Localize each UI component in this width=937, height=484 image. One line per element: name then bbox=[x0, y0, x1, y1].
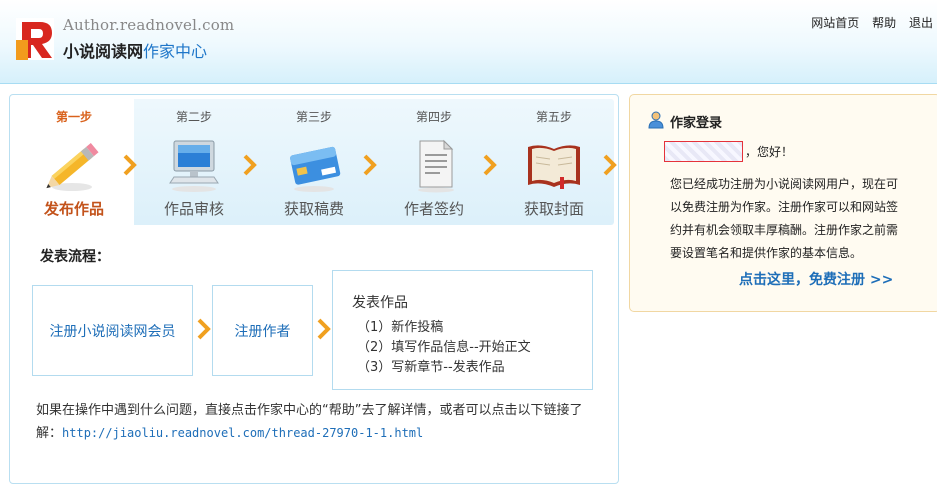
credit-card-icon bbox=[290, 146, 341, 192]
register-author-label: 注册作者 bbox=[234, 323, 291, 340]
nav-home-link[interactable]: 网站首页 bbox=[811, 16, 859, 30]
register-member-box[interactable]: 注册小说阅读网会员 bbox=[32, 285, 193, 376]
user-icon bbox=[648, 111, 664, 129]
publish-work-title: 发表作品 bbox=[352, 295, 408, 311]
chevron-right-icon bbox=[197, 318, 211, 340]
publish-step-item: （2）填写作品信息--开始正文 bbox=[357, 340, 531, 355]
step-label: 作者签约 bbox=[403, 200, 464, 218]
step-4[interactable]: 第四步 作者签约 bbox=[374, 99, 494, 225]
nav-help-link[interactable]: 帮助 bbox=[872, 16, 896, 30]
site-title: 小说阅读网作家中心 bbox=[63, 42, 208, 61]
publish-panel: 第一步 发布作品 第二步 作品审核 第三步 获取稿费 第四步 作者签约 第五步 … bbox=[9, 94, 619, 484]
help-forum-link[interactable]: http://jiaoliu.readnovel.com/thread-2797… bbox=[62, 426, 423, 440]
help-text: 如果在操作中遇到什么问题，直接点击作家中心的“帮助”去了解详情，或者可以点击以下… bbox=[36, 400, 596, 445]
step-number: 第一步 bbox=[55, 110, 92, 124]
flow-title: 发表流程： bbox=[40, 249, 110, 265]
step-3[interactable]: 第三步 获取稿费 bbox=[254, 99, 374, 225]
step-number: 第三步 bbox=[295, 110, 332, 124]
step-1[interactable]: 第一步 发布作品 bbox=[14, 99, 134, 225]
chevron-right-icon bbox=[317, 318, 331, 340]
publish-work-box: 发表作品 （1）新作投稿 （2）填写作品信息--开始正文 （3）写新章节--发表… bbox=[332, 270, 593, 390]
step-label: 发布作品 bbox=[43, 200, 104, 218]
publish-step-item: （3）写新章节--发表作品 bbox=[357, 360, 505, 375]
chevron-right-icon bbox=[603, 154, 617, 176]
step-number: 第二步 bbox=[175, 110, 212, 124]
register-member-label: 注册小说阅读网会员 bbox=[49, 323, 176, 340]
step-number: 第四步 bbox=[415, 110, 452, 124]
publish-step-item: （1）新作投稿 bbox=[357, 320, 444, 335]
top-nav: 网站首页 帮助 退出 bbox=[802, 14, 933, 31]
site-url: Author.readnovel.com bbox=[63, 16, 235, 34]
step-label: 获取稿费 bbox=[283, 200, 344, 218]
pencil-icon bbox=[46, 143, 99, 191]
register-author-box[interactable]: 注册作者 bbox=[212, 285, 313, 376]
greeting-row: ，您好！ bbox=[664, 141, 793, 162]
panel-description: 您已经成功注册为小说阅读网用户，现在可以免费注册为作家。注册作家可以和网站签约并… bbox=[670, 177, 899, 260]
steps-bar: 第一步 发布作品 第二步 作品审核 第三步 获取稿费 第四步 作者签约 第五步 … bbox=[14, 99, 617, 225]
document-icon bbox=[418, 139, 454, 193]
step-5[interactable]: 第五步 获取封面 bbox=[494, 99, 614, 225]
step-label: 作品审核 bbox=[163, 200, 224, 218]
step-label: 获取封面 bbox=[523, 200, 584, 218]
book-icon bbox=[528, 145, 580, 189]
register-author-link[interactable]: 点击这里，免费注册 >> bbox=[739, 269, 893, 289]
step-2[interactable]: 第二步 作品审核 bbox=[134, 99, 254, 225]
step-number: 第五步 bbox=[535, 110, 572, 124]
logo-icon bbox=[16, 18, 54, 60]
computer-icon bbox=[169, 140, 219, 192]
greeting-text: ，您好！ bbox=[745, 145, 794, 159]
header: Author.readnovel.com 小说阅读网作家中心 网站首页 帮助 退… bbox=[0, 0, 937, 84]
nav-logout-link[interactable]: 退出 bbox=[909, 16, 933, 30]
panel-title: 作家登录 bbox=[670, 116, 723, 131]
author-login-panel: 作家登录 ，您好！ 您已经成功注册为小说阅读网用户，现在可以免费注册为作家。注册… bbox=[629, 94, 937, 312]
username-redacted bbox=[664, 141, 743, 162]
